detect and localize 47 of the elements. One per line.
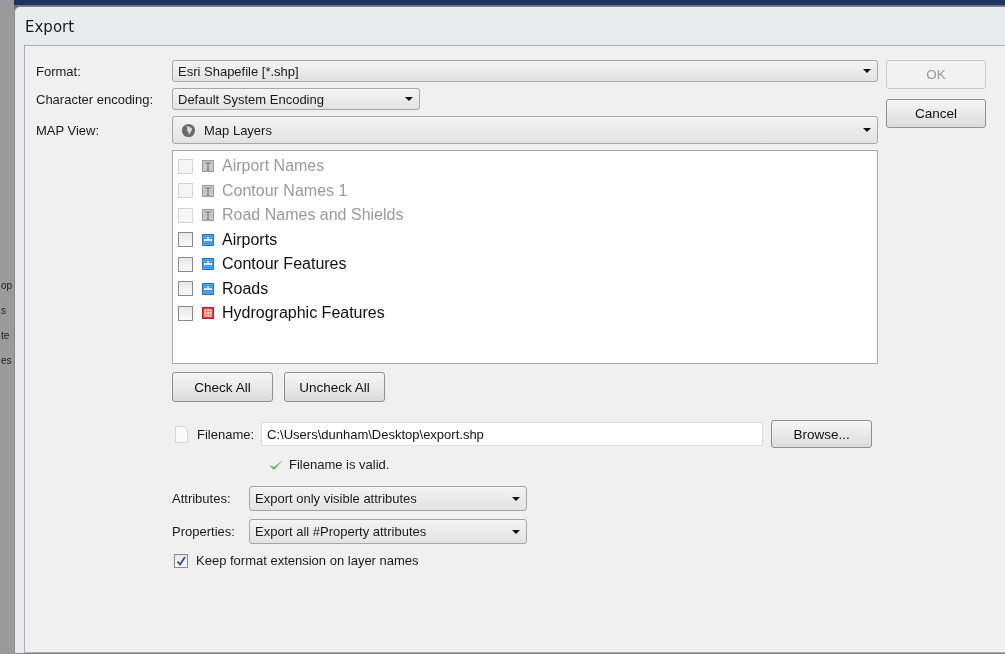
background-text: s bbox=[0, 305, 7, 316]
checkbox[interactable] bbox=[178, 281, 193, 297]
line-layer-icon bbox=[202, 233, 214, 246]
properties-label: Properties: bbox=[172, 524, 236, 539]
checkbox[interactable] bbox=[178, 232, 193, 248]
properties-dropdown[interactable]: Export all #Property attributes bbox=[249, 519, 527, 544]
checkbox[interactable] bbox=[174, 553, 188, 568]
map-view-dropdown[interactable]: Map Layers bbox=[172, 116, 878, 144]
checkmark-icon bbox=[268, 458, 284, 471]
attributes-dropdown[interactable]: Export only visible attributes bbox=[249, 486, 527, 511]
caret-icon bbox=[512, 529, 520, 534]
list-button[interactable]: Check All bbox=[172, 372, 273, 402]
filename-label: Filename: bbox=[197, 426, 255, 442]
checkbox[interactable] bbox=[178, 305, 193, 321]
layer-item[interactable]: Contour Features bbox=[173, 252, 877, 277]
window-title: Export bbox=[24, 17, 76, 38]
caret-icon bbox=[512, 496, 520, 501]
background-text: es bbox=[0, 355, 13, 366]
list-button[interactable]: Uncheck All bbox=[284, 372, 385, 402]
encoding-label: Character encoding: bbox=[36, 91, 155, 107]
filename-status: Filename is valid. bbox=[289, 457, 390, 472]
layer-item[interactable]: Airports bbox=[173, 227, 877, 252]
encoding-dropdown[interactable]: Default System Encoding bbox=[172, 88, 420, 110]
area-layer-icon bbox=[202, 307, 214, 320]
attributes-label: Attributes: bbox=[172, 491, 232, 506]
format-label: Format: bbox=[36, 63, 82, 79]
checkbox[interactable] bbox=[178, 256, 193, 272]
background-text: te bbox=[0, 330, 11, 341]
text-layer-icon bbox=[202, 209, 214, 222]
caret-icon bbox=[863, 69, 871, 73]
background-text: op bbox=[0, 280, 14, 291]
map-view-label: MAP View: bbox=[36, 122, 101, 138]
layer-item[interactable]: Hydrographic Features bbox=[173, 301, 877, 326]
text-layer-icon bbox=[202, 184, 214, 197]
line-layer-icon bbox=[202, 258, 214, 271]
browse-button[interactable]: Browse... bbox=[771, 420, 873, 448]
line-layer-icon bbox=[202, 282, 214, 295]
keep-extension-label: Keep format extension on layer names bbox=[196, 553, 419, 568]
text-layer-icon bbox=[202, 160, 214, 173]
globe-icon bbox=[181, 122, 196, 138]
caret-icon bbox=[405, 97, 413, 101]
filename-field[interactable]: C:\Users\dunham\Desktop\export.shp bbox=[261, 422, 764, 446]
layer-item[interactable]: Roads bbox=[173, 276, 877, 301]
page-icon bbox=[175, 425, 188, 443]
dialog-button[interactable]: Cancel bbox=[886, 99, 986, 128]
caret-icon bbox=[863, 128, 871, 132]
format-dropdown[interactable]: Esri Shapefile [*.shp] bbox=[172, 60, 878, 82]
